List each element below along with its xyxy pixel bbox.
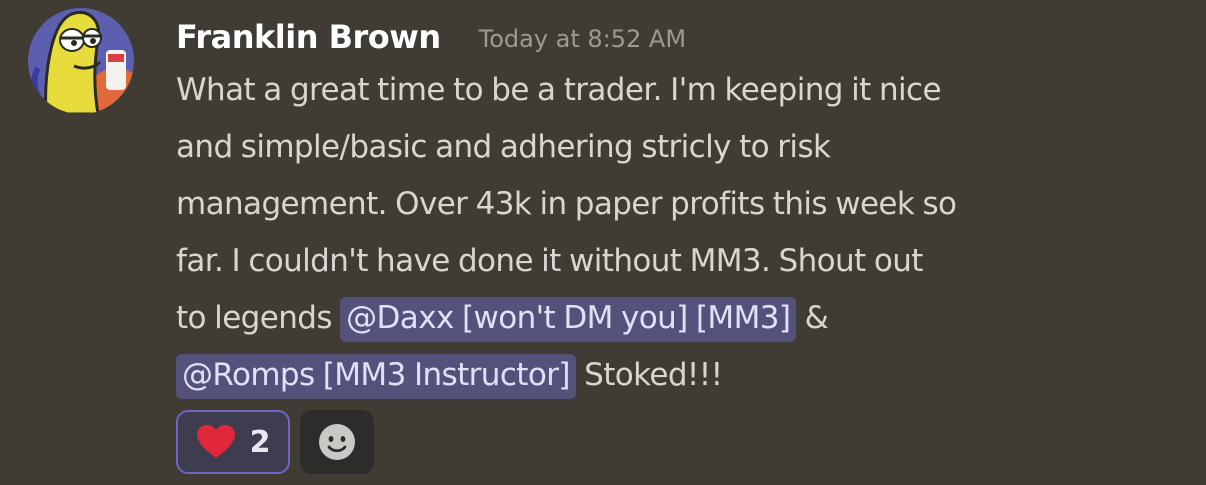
cartoon-fish-avatar-icon <box>28 8 134 114</box>
message-text: and simple/basic and adhering stricly to… <box>176 129 831 165</box>
message-line: @Romps [MM3 Instructor] Stoked!!! <box>176 347 1186 404</box>
message-text: management. Over 43k in paper profits th… <box>176 186 957 222</box>
message-text: & <box>796 300 829 336</box>
message-text: to legends <box>176 300 341 336</box>
heart-reaction-button[interactable]: 2 <box>176 410 290 474</box>
smiley-icon <box>319 424 355 460</box>
chat-message: Franklin Brown Today at 8:52 AM What a g… <box>0 0 1206 485</box>
message-header: Franklin Brown Today at 8:52 AM <box>176 14 686 60</box>
reaction-count: 2 <box>249 424 271 460</box>
message-text: What a great time to be a trader. I'm ke… <box>176 72 942 108</box>
message-line: to legends @Daxx [won't DM you] [MM3] & <box>176 290 1186 347</box>
message-line: far. I couldn't have done it without MM3… <box>176 233 1186 290</box>
message-line: What a great time to be a trader. I'm ke… <box>176 62 1186 119</box>
message-text: far. I couldn't have done it without MM3… <box>176 243 923 279</box>
heart-icon <box>196 425 235 458</box>
message-line: and simple/basic and adhering stricly to… <box>176 119 1186 176</box>
reactions-bar: 2 <box>176 410 374 474</box>
message-text: Stoked!!! <box>575 357 723 393</box>
user-avatar[interactable] <box>28 8 134 114</box>
user-mention[interactable]: @Romps [MM3 Instructor] <box>176 354 576 399</box>
message-line: management. Over 43k in paper profits th… <box>176 176 1186 233</box>
add-reaction-button[interactable] <box>300 410 374 474</box>
message-content: What a great time to be a trader. I'm ke… <box>176 62 1186 404</box>
message-timestamp: Today at 8:52 AM <box>478 25 687 53</box>
user-mention[interactable]: @Daxx [won't DM you] [MM3] <box>340 297 797 342</box>
author-name[interactable]: Franklin Brown <box>176 18 441 56</box>
